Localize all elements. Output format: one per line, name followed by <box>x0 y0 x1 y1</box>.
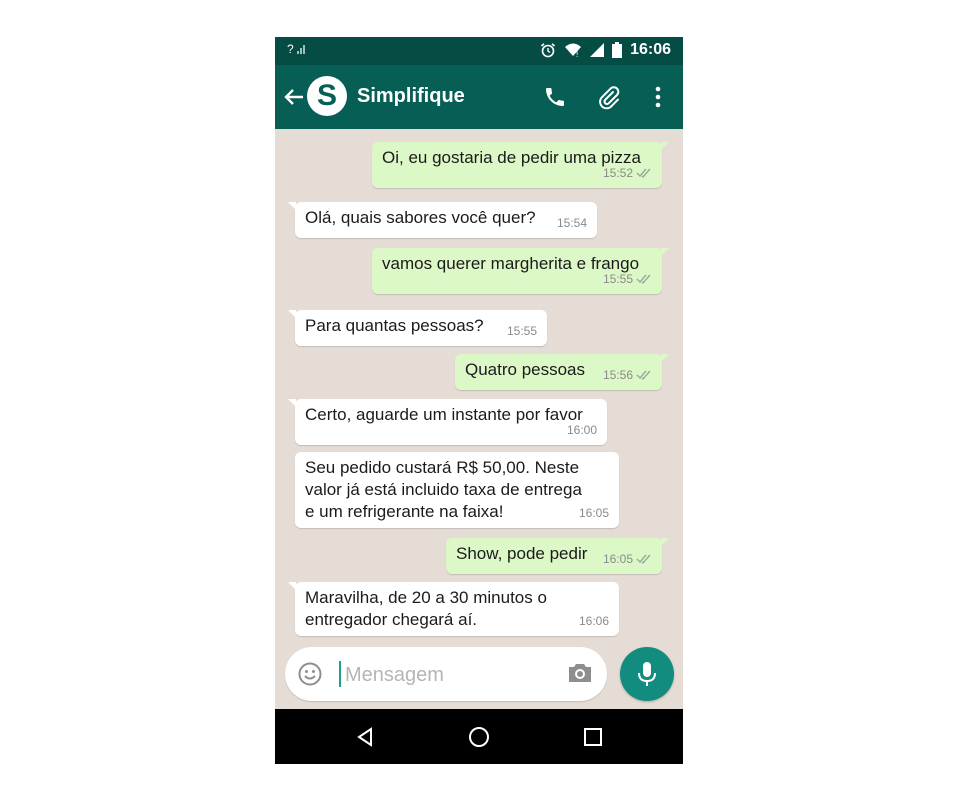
message-meta: 15:56 <box>603 364 652 386</box>
nav-recents-icon[interactable] <box>579 723 607 751</box>
message-meta: 15:55 <box>507 320 537 342</box>
message-box <box>285 647 607 701</box>
contact-name[interactable]: Simplifique <box>357 85 465 108</box>
signal-left-label: ? <box>287 42 294 56</box>
phone-screen: ? ! 16:06 S Simplifique Oi, eu gostaria … <box>275 37 683 764</box>
double-check-icon <box>636 274 651 284</box>
avatar-letter: S <box>316 79 337 112</box>
double-check-icon <box>636 168 651 178</box>
chat-header: S Simplifique <box>275 65 683 129</box>
message-text: Para quantas pessoas? <box>305 316 484 335</box>
svg-text:!: ! <box>576 50 578 58</box>
nav-home-icon[interactable] <box>465 723 493 751</box>
message-bubble-outgoing[interactable]: Oi, eu gostaria de pedir uma pizza 15:52 <box>372 142 669 188</box>
message-input[interactable] <box>343 655 557 695</box>
phone-icon[interactable] <box>541 83 569 111</box>
status-bar: ? ! 16:06 <box>275 37 683 65</box>
battery-icon <box>612 42 623 58</box>
message-time: 16:06 <box>578 614 609 628</box>
wifi-icon: ! <box>565 43 582 58</box>
message-time: 15:52 <box>602 166 633 180</box>
message-text: Maravilha, de 20 a 30 minutos o entregad… <box>305 588 547 629</box>
message-meta: 16:00 <box>567 419 597 441</box>
composer-bar <box>275 639 683 709</box>
mic-icon <box>638 662 656 686</box>
camera-icon[interactable] <box>567 662 595 686</box>
message-time: 15:55 <box>506 324 537 338</box>
message-meta: 16:05 <box>603 548 652 570</box>
message-text: Seu pedido custará R$ 50,00. Neste valor… <box>305 458 582 521</box>
paperclip-icon[interactable] <box>595 83 623 111</box>
message-bubble-incoming[interactable]: Seu pedido custará R$ 50,00. Neste valor… <box>295 452 619 528</box>
message-time: 16:05 <box>578 506 609 520</box>
message-meta: 16:05 <box>579 502 609 524</box>
signal-bars-icon <box>297 45 306 54</box>
message-meta: 15:55 <box>603 268 652 290</box>
contact-avatar[interactable]: S <box>307 76 347 116</box>
android-nav-bar <box>275 709 683 764</box>
message-bubble-outgoing[interactable]: Show, pode pedir 16:05 <box>446 538 669 574</box>
message-time: 15:56 <box>602 368 633 382</box>
cell-signal-icon <box>590 43 605 57</box>
message-bubble-outgoing[interactable]: vamos querer margherita e frango 15:55 <box>372 248 669 294</box>
message-time: 16:05 <box>602 552 633 566</box>
message-meta: 16:06 <box>579 610 609 632</box>
text-cursor <box>339 661 341 687</box>
message-text: Olá, quais sabores você quer? <box>305 208 536 227</box>
message-bubble-outgoing[interactable]: Quatro pessoas 15:56 <box>455 354 669 390</box>
more-vert-icon[interactable] <box>644 83 672 111</box>
emoji-icon[interactable] <box>297 661 323 687</box>
status-icons: ! 16:06 <box>540 41 671 59</box>
message-meta: 15:54 <box>557 212 587 234</box>
message-time: 15:54 <box>556 216 587 230</box>
message-bubble-incoming[interactable]: Olá, quais sabores você quer? 15:54 <box>288 202 597 238</box>
nav-back-icon[interactable] <box>351 723 379 751</box>
message-text: Certo, aguarde um instante por favor <box>305 405 583 424</box>
alarm-icon <box>541 43 556 58</box>
signal-unknown-icon: ? <box>287 42 307 56</box>
message-bubble-incoming[interactable]: Certo, aguarde um instante por favor 16:… <box>288 399 607 445</box>
message-time: 15:55 <box>602 272 633 286</box>
mic-button[interactable] <box>620 647 674 701</box>
message-bubble-incoming[interactable]: Maravilha, de 20 a 30 minutos o entregad… <box>288 582 619 636</box>
double-check-icon <box>636 554 651 564</box>
message-meta: 15:52 <box>603 162 652 184</box>
message-bubble-incoming[interactable]: Para quantas pessoas? 15:55 <box>288 310 547 346</box>
message-list[interactable]: Oi, eu gostaria de pedir uma pizza 15:52… <box>275 129 683 639</box>
back-arrow-icon[interactable] <box>281 83 307 111</box>
double-check-icon <box>636 370 651 380</box>
message-time: 16:00 <box>566 423 597 437</box>
status-time: 16:06 <box>630 41 671 58</box>
